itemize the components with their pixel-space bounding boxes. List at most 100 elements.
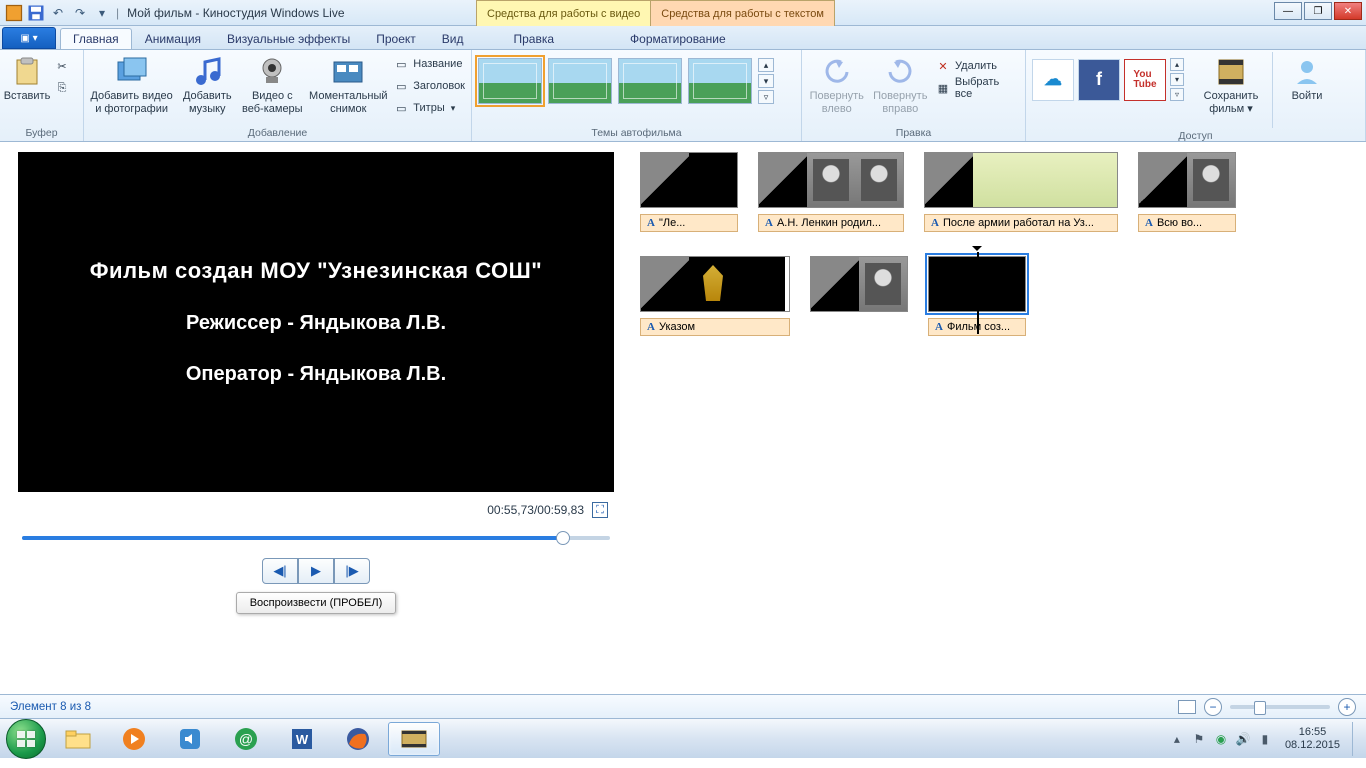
clip-item[interactable]: AУказом [640, 256, 790, 336]
theme-item[interactable] [618, 58, 682, 104]
contextual-tab-headers: Средства для работы с видео Средства для… [476, 0, 835, 26]
ribbon-group-clipboard: Вставить ✂ ⎘ Буфер [0, 50, 84, 141]
tray-volume-icon[interactable]: 🔊 [1235, 731, 1251, 747]
seek-bar[interactable] [22, 528, 610, 548]
tab-visual-effects[interactable]: Визуальные эффекты [214, 28, 363, 49]
zoom-out-button[interactable]: − [1204, 698, 1222, 716]
prev-frame-button[interactable]: ◀| [262, 558, 298, 584]
ribbon-tabs: ▣ ▾ Главная Анимация Визуальные эффекты … [0, 26, 1366, 50]
taskbar-movie-maker[interactable] [388, 722, 440, 756]
preview-line-1: Фильм создан МОУ "Узнезинская СОШ" [90, 258, 542, 284]
show-desktop-button[interactable] [1352, 722, 1360, 756]
context-tab-video-tools[interactable]: Средства для работы с видео [476, 0, 651, 26]
zoom-slider[interactable] [1230, 705, 1330, 709]
clip-item[interactable]: A"Ле... [640, 152, 738, 232]
theme-gallery-nav: ▴ ▾ ▿ [758, 58, 774, 104]
playback-time: 00:55,73/00:59,83 [487, 503, 584, 517]
storyboard[interactable]: A"Ле... AА.Н. Ленкин родил... AПосле арм… [628, 142, 1366, 694]
tab-animation[interactable]: Анимация [132, 28, 214, 49]
cut-button[interactable]: ✂ [54, 56, 70, 76]
redo-icon[interactable]: ↷ [70, 3, 90, 23]
delete-button[interactable]: ✕Удалить [935, 56, 1019, 76]
undo-icon[interactable]: ↶ [48, 3, 68, 23]
system-tray: ▴ ⚑ ◉ 🔊 ▮ 16:55 08.12.2015 [1169, 719, 1360, 759]
fullscreen-icon[interactable]: ⛶ [592, 502, 608, 518]
play-button[interactable]: ▶ [298, 558, 334, 584]
taskbar-explorer[interactable] [52, 722, 104, 756]
taskbar: @ W ▴ ⚑ ◉ 🔊 ▮ 16:55 08.12.2015 [0, 718, 1366, 758]
view-thumb-icon[interactable] [1178, 700, 1196, 714]
clip-item[interactable] [810, 256, 908, 312]
webcam-video-button[interactable]: Видео с веб-камеры [241, 52, 303, 115]
taskbar-media-player[interactable] [108, 722, 160, 756]
theme-scroll-up-icon[interactable]: ▴ [758, 58, 774, 72]
share-expand-icon[interactable]: ▿ [1170, 88, 1184, 101]
preview-line-3: Оператор - Яндыкова Л.В. [186, 363, 446, 386]
clip-item[interactable]: AПосле армии работал на Уз... [924, 152, 1118, 232]
app-icon[interactable] [4, 3, 24, 23]
zoom-controls: − + [1178, 698, 1356, 716]
maximize-button[interactable]: ❐ [1304, 2, 1332, 20]
add-music-button[interactable]: Добавить музыку [179, 52, 235, 115]
sign-in-button[interactable]: Войти [1283, 52, 1331, 103]
tab-home[interactable]: Главная [60, 28, 132, 49]
share-scroll-up-icon[interactable]: ▴ [1170, 58, 1184, 71]
status-bar: Элемент 8 из 8 − + [0, 694, 1366, 718]
clip-item-selected[interactable]: AФильм соз... [928, 256, 1026, 336]
save-icon[interactable] [26, 3, 46, 23]
select-all-button[interactable]: ▦Выбрать все [935, 78, 1019, 98]
tray-app-icon[interactable]: ◉ [1213, 731, 1229, 747]
theme-scroll-down-icon[interactable]: ▾ [758, 74, 774, 88]
theme-item[interactable] [688, 58, 752, 104]
taskbar-app-green[interactable]: @ [220, 722, 272, 756]
tab-project[interactable]: Проект [363, 28, 429, 49]
taskbar-firefox[interactable] [332, 722, 384, 756]
file-tab[interactable]: ▣ ▾ [2, 27, 56, 49]
start-button[interactable] [6, 719, 46, 759]
taskbar-volume[interactable] [164, 722, 216, 756]
tab-video-edit[interactable]: Правка [500, 28, 567, 49]
ribbon-group-automovie-themes: ▴ ▾ ▿ Темы автофильма [472, 50, 802, 141]
snapshot-button[interactable]: Моментальный снимок [309, 52, 387, 115]
save-movie-button[interactable]: Сохранить фильм ▾ [1200, 52, 1262, 115]
zoom-in-button[interactable]: + [1338, 698, 1356, 716]
add-title-button[interactable]: ▭Название [393, 54, 465, 74]
share-scroll-down-icon[interactable]: ▾ [1170, 73, 1184, 86]
status-item-count: Элемент 8 из 8 [10, 701, 91, 713]
theme-item[interactable] [478, 58, 542, 104]
ribbon-group-share: ☁ f YouTube ▴ ▾ ▿ Сохранить фильм ▾ Войт… [1026, 50, 1366, 141]
qat-dropdown-icon[interactable]: ▾ [92, 3, 112, 23]
rotate-right-button[interactable]: Повернуть вправо [872, 52, 930, 115]
tray-clock[interactable]: 16:55 08.12.2015 [1279, 726, 1346, 751]
skydrive-icon[interactable]: ☁ [1032, 59, 1074, 101]
svg-text:@: @ [239, 731, 253, 747]
copy-button[interactable]: ⎘ [54, 78, 70, 98]
close-button[interactable]: ✕ [1334, 2, 1362, 20]
tray-flag-icon[interactable]: ⚑ [1191, 731, 1207, 747]
rotate-left-button[interactable]: Повернуть влево [808, 52, 866, 115]
context-tab-text-tools[interactable]: Средства для работы с текстом [651, 0, 835, 26]
tab-text-format[interactable]: Форматирование [617, 28, 739, 49]
youtube-icon[interactable]: YouTube [1124, 59, 1166, 101]
clip-item[interactable]: AА.Н. Ленкин родил... [758, 152, 904, 232]
window-title: Мой фильм - Киностудия Windows Live [127, 6, 344, 20]
title-bar: ↶ ↷ ▾ | Мой фильм - Киностудия Windows L… [0, 0, 1366, 26]
clip-item[interactable]: AВсю во... [1138, 152, 1236, 232]
taskbar-word[interactable]: W [276, 722, 328, 756]
tray-arrow-icon[interactable]: ▴ [1169, 731, 1185, 747]
tray-network-icon[interactable]: ▮ [1257, 731, 1273, 747]
play-tooltip: Воспроизвести (ПРОБЕЛ) [236, 592, 396, 614]
playback-controls: ◀| ▶ |▶ [18, 558, 614, 584]
paste-button[interactable]: Вставить [6, 52, 48, 103]
theme-expand-icon[interactable]: ▿ [758, 90, 774, 104]
add-credits-button[interactable]: ▭Титры▾ [393, 98, 465, 118]
seek-thumb[interactable] [556, 531, 570, 545]
theme-item[interactable] [548, 58, 612, 104]
next-frame-button[interactable]: |▶ [334, 558, 370, 584]
add-caption-button[interactable]: ▭Заголовок [393, 76, 465, 96]
add-video-photo-button[interactable]: Добавить видео и фотографии [90, 52, 173, 115]
tab-view[interactable]: Вид [429, 28, 477, 49]
minimize-button[interactable]: — [1274, 2, 1302, 20]
facebook-icon[interactable]: f [1078, 59, 1120, 101]
ribbon-group-add: Добавить видео и фотографии Добавить муз… [84, 50, 472, 141]
